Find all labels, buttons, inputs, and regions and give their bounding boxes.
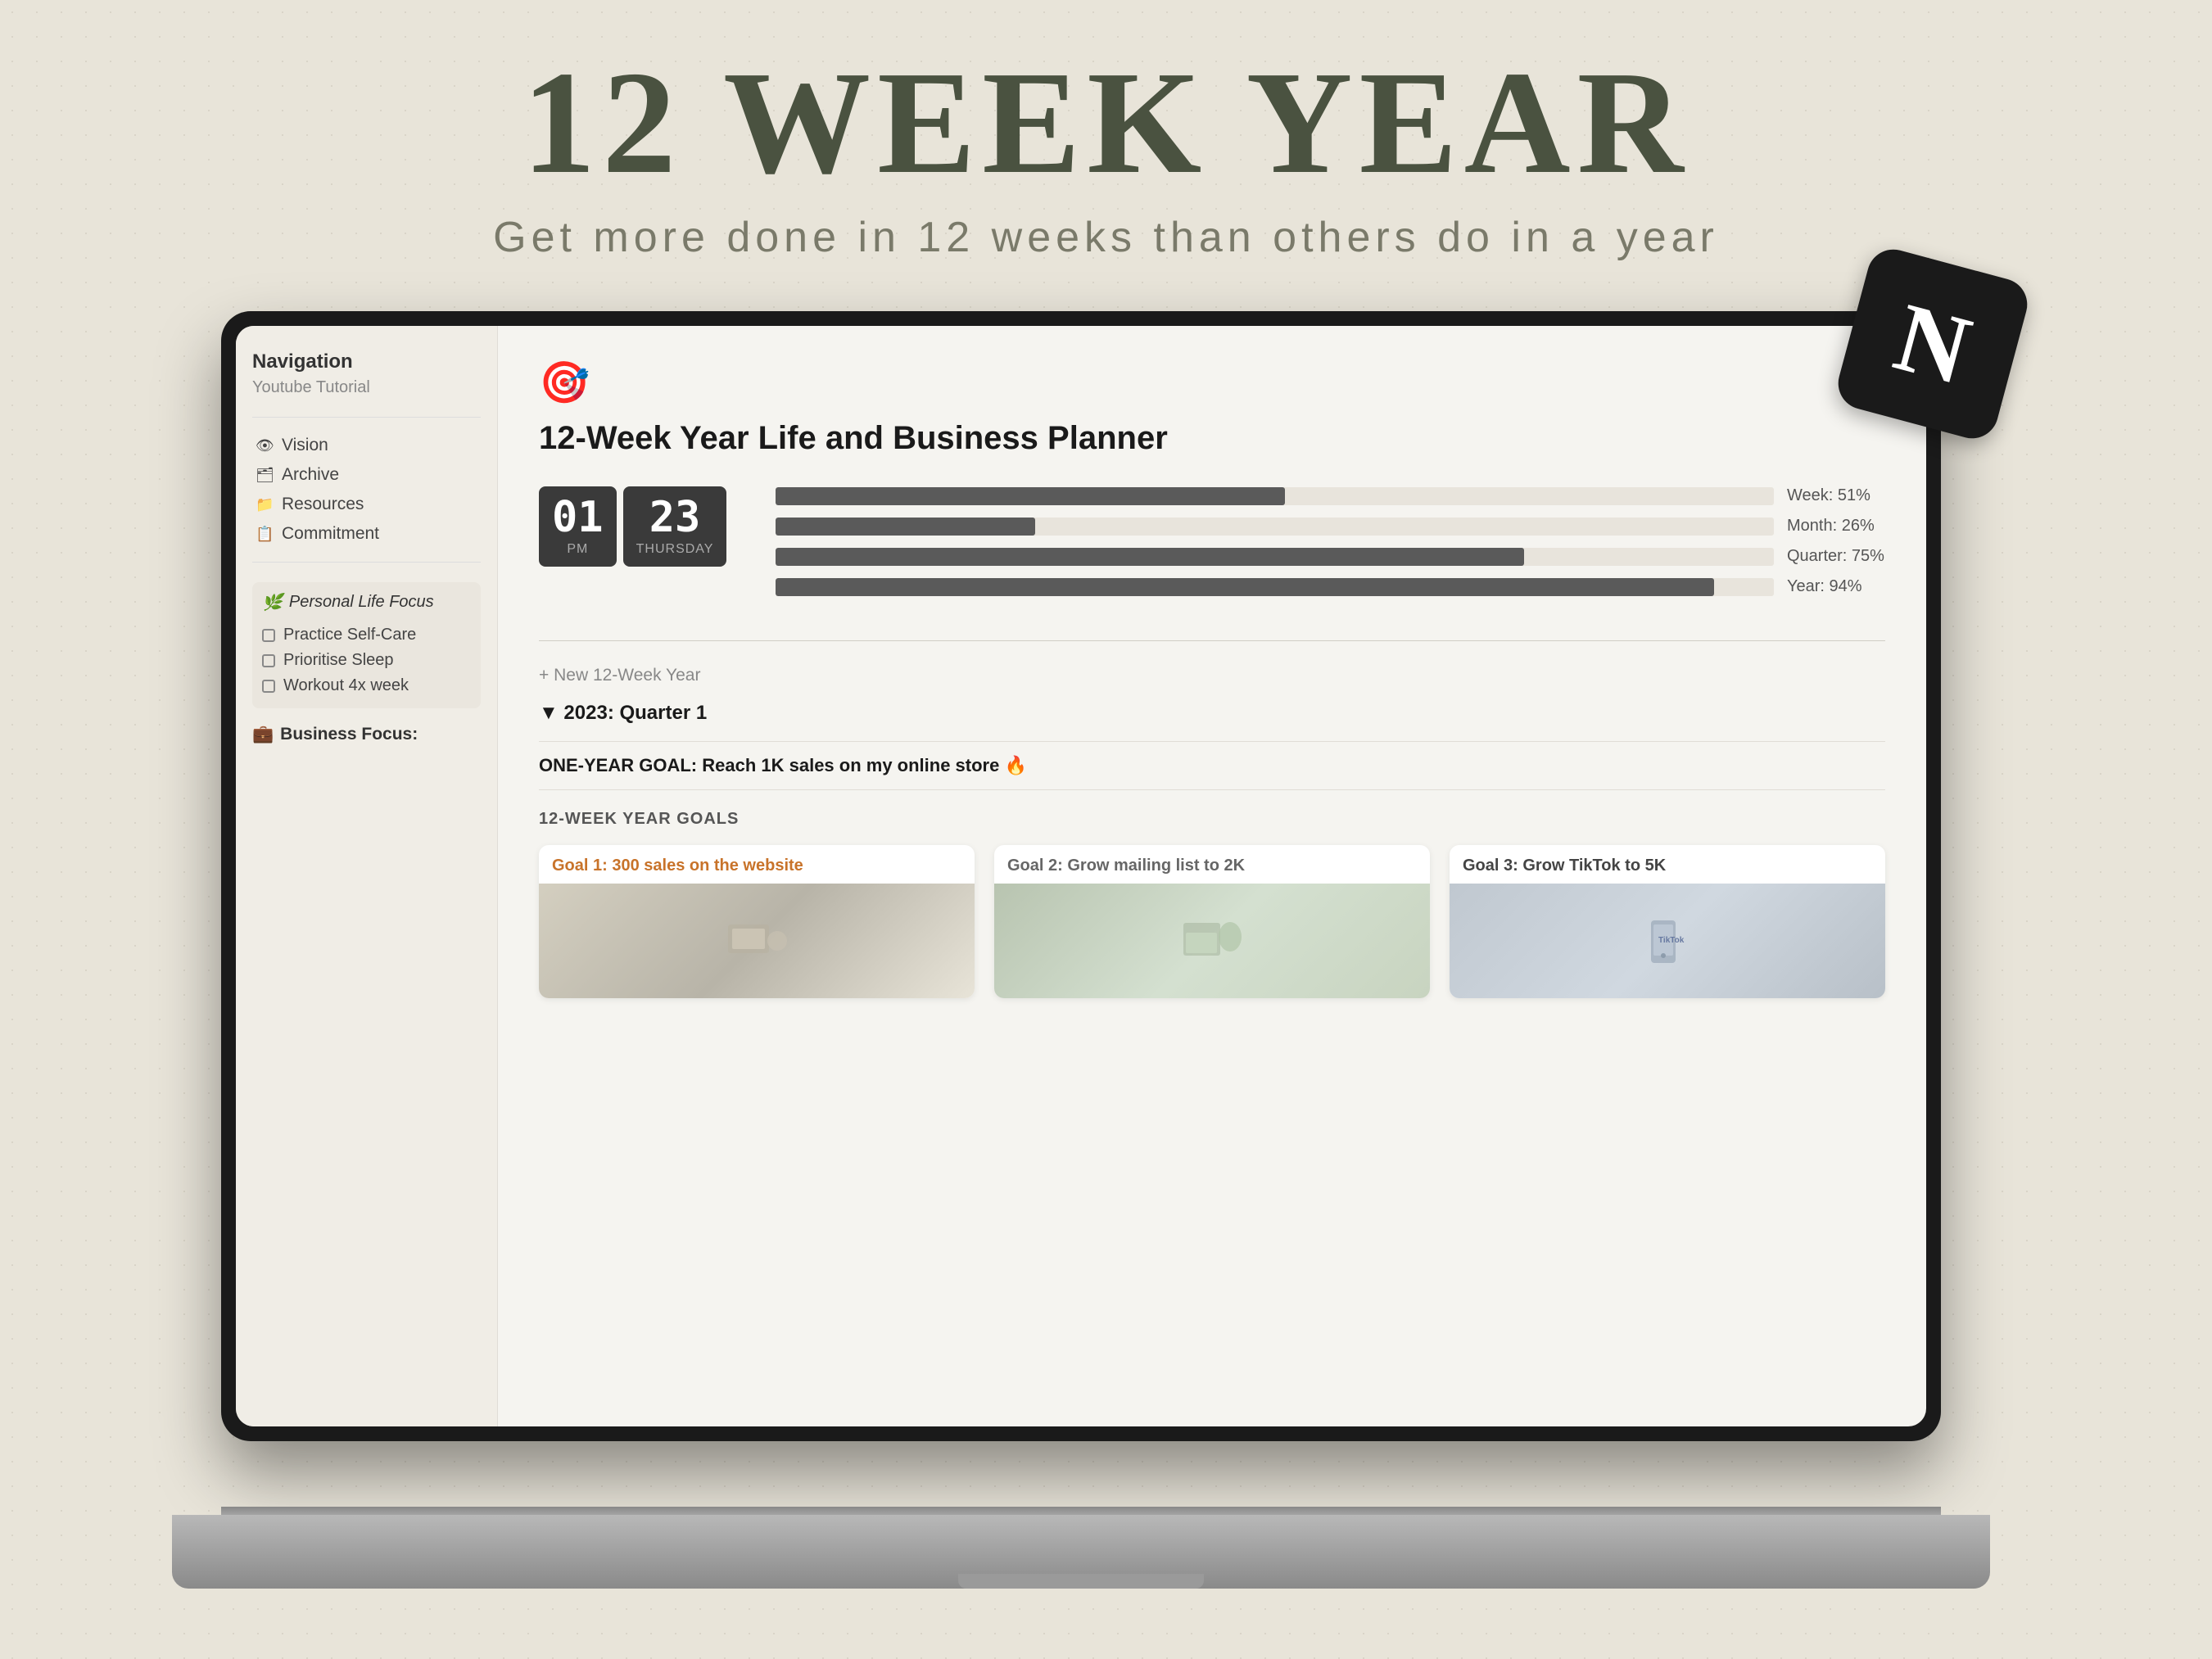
checkbox-self-care[interactable] xyxy=(262,629,275,642)
progress-fill-week xyxy=(776,487,1284,505)
progress-fill-month xyxy=(776,518,1035,536)
progress-row-year: Year: 94% xyxy=(776,577,1885,596)
sidebar-item-vision-label: Vision xyxy=(282,436,328,455)
goal-2-img-svg xyxy=(1179,916,1245,965)
progress-fill-year xyxy=(776,578,1713,596)
checklist-label-self-care: Practice Self-Care xyxy=(283,626,416,644)
sidebar-item-commitment[interactable]: 📋 Commitment xyxy=(252,519,481,549)
goal-1-image xyxy=(539,884,975,998)
one-year-goal: ONE-YEAR GOAL: Reach 1K sales on my onli… xyxy=(539,741,1885,790)
goal-2-title: Goal 2: Grow mailing list to 2K xyxy=(994,845,1430,884)
main-title: 12 WEEK YEAR xyxy=(0,49,2212,197)
checklist-prioritise-sleep[interactable]: Prioritise Sleep xyxy=(262,648,471,673)
goal-3-image: TikTok xyxy=(1450,884,1885,998)
progress-fill-quarter xyxy=(776,548,1524,566)
main-content: 🎯 12-Week Year Life and Business Planner… xyxy=(498,326,1926,1426)
page-icon: 🎯 xyxy=(539,359,1885,407)
sidebar-item-vision[interactable]: 👁 Vision xyxy=(252,431,481,460)
sidebar: Navigation Youtube Tutorial 👁 Vision 🗂 A… xyxy=(236,326,498,1426)
notion-letter: N xyxy=(1884,280,1981,408)
time-minute: 23 xyxy=(636,496,714,539)
time-day: THURSDAY xyxy=(636,542,714,557)
screen-inner: Navigation Youtube Tutorial 👁 Vision 🗂 A… xyxy=(236,326,1926,1426)
dashboard-top: 01 PM 23 THURSDAY xyxy=(539,486,1885,608)
laptop-base xyxy=(172,1515,1990,1589)
goals-grid: Goal 1: 300 sales on the website Goal 2 xyxy=(539,845,1885,998)
progress-section: Week: 51% Month: 26% xyxy=(776,486,1885,608)
goal-card-3[interactable]: Goal 3: Grow TikTok to 5K TikTok xyxy=(1450,845,1885,998)
checklist-label-workout: Workout 4x week xyxy=(283,676,409,695)
section-divider xyxy=(539,640,1885,641)
nav-tutorial[interactable]: Youtube Tutorial xyxy=(252,378,481,397)
progress-row-week: Week: 51% xyxy=(776,486,1885,505)
progress-bar-year xyxy=(776,578,1774,596)
notion-app: Navigation Youtube Tutorial 👁 Vision 🗂 A… xyxy=(236,326,1926,1426)
vision-icon: 👁 xyxy=(256,437,274,454)
time-ampm: PM xyxy=(552,542,604,557)
laptop-screen: Navigation Youtube Tutorial 👁 Vision 🗂 A… xyxy=(221,311,1941,1441)
page-title: 12-Week Year Life and Business Planner xyxy=(539,420,1885,457)
goal-card-2[interactable]: Goal 2: Grow mailing list to 2K xyxy=(994,845,1430,998)
checkbox-workout[interactable] xyxy=(262,680,275,693)
resources-icon: 📁 xyxy=(256,496,274,513)
goal-3-img-svg: TikTok xyxy=(1635,916,1700,965)
checkbox-sleep[interactable] xyxy=(262,654,275,667)
goal-1-img-svg xyxy=(724,916,789,965)
time-hour: 01 xyxy=(552,496,604,539)
goals-section-title: 12-WEEK YEAR GOALS xyxy=(539,810,1885,829)
archive-icon: 🗂 xyxy=(256,467,274,484)
checklist-label-sleep: Prioritise Sleep xyxy=(283,651,394,670)
nav-divider-2 xyxy=(252,562,481,563)
quarter-header[interactable]: ▼ 2023: Quarter 1 xyxy=(539,702,1885,725)
time-minute-block: 23 THURSDAY xyxy=(623,486,727,567)
business-focus-icon: 💼 xyxy=(252,725,274,744)
sidebar-item-archive[interactable]: 🗂 Archive xyxy=(252,460,481,490)
goal-3-title: Goal 3: Grow TikTok to 5K xyxy=(1450,845,1885,884)
checklist-workout[interactable]: Workout 4x week xyxy=(262,673,471,698)
progress-row-quarter: Quarter: 75% xyxy=(776,547,1885,566)
sidebar-item-resources-label: Resources xyxy=(282,495,364,514)
personal-focus-icon: 🌿 xyxy=(262,592,283,613)
content-nav: + New 12-Week Year xyxy=(539,666,1885,685)
personal-focus-label: Personal Life Focus xyxy=(289,593,434,612)
sidebar-item-resources[interactable]: 📁 Resources xyxy=(252,490,481,519)
business-focus-label: Business Focus: xyxy=(280,725,418,744)
time-hour-block: 01 PM xyxy=(539,486,617,567)
svg-text:TikTok: TikTok xyxy=(1658,936,1685,945)
goal-1-title: Goal 1: 300 sales on the website xyxy=(539,845,975,884)
progress-bar-week xyxy=(776,487,1774,505)
sidebar-item-commitment-label: Commitment xyxy=(282,524,379,544)
progress-label-month: Month: 26% xyxy=(1787,517,1885,536)
nav-title: Navigation xyxy=(252,350,481,373)
progress-bar-quarter xyxy=(776,548,1774,566)
nav-divider xyxy=(252,417,481,418)
sidebar-item-archive-label: Archive xyxy=(282,465,339,485)
progress-row-month: Month: 26% xyxy=(776,517,1885,536)
commitment-icon: 📋 xyxy=(256,526,274,543)
progress-bar-month xyxy=(776,518,1774,536)
laptop-mockup: N Navigation Youtube Tutorial 👁 Vision 🗂… xyxy=(221,311,1990,1589)
progress-label-year: Year: 94% xyxy=(1787,577,1885,596)
personal-focus-section: 🌿 Personal Life Focus Practice Self-Care… xyxy=(252,582,481,708)
time-display: 01 PM 23 THURSDAY xyxy=(539,486,726,567)
progress-label-quarter: Quarter: 75% xyxy=(1787,547,1885,566)
business-focus-section: 💼 Business Focus: xyxy=(252,725,481,744)
personal-focus-title: 🌿 Personal Life Focus xyxy=(262,592,471,613)
new-12-week-link[interactable]: + New 12-Week Year xyxy=(539,666,700,685)
checklist-practice-self-care[interactable]: Practice Self-Care xyxy=(262,622,471,648)
goal-card-1[interactable]: Goal 1: 300 sales on the website xyxy=(539,845,975,998)
goal-2-image xyxy=(994,884,1430,998)
progress-label-week: Week: 51% xyxy=(1787,486,1885,505)
